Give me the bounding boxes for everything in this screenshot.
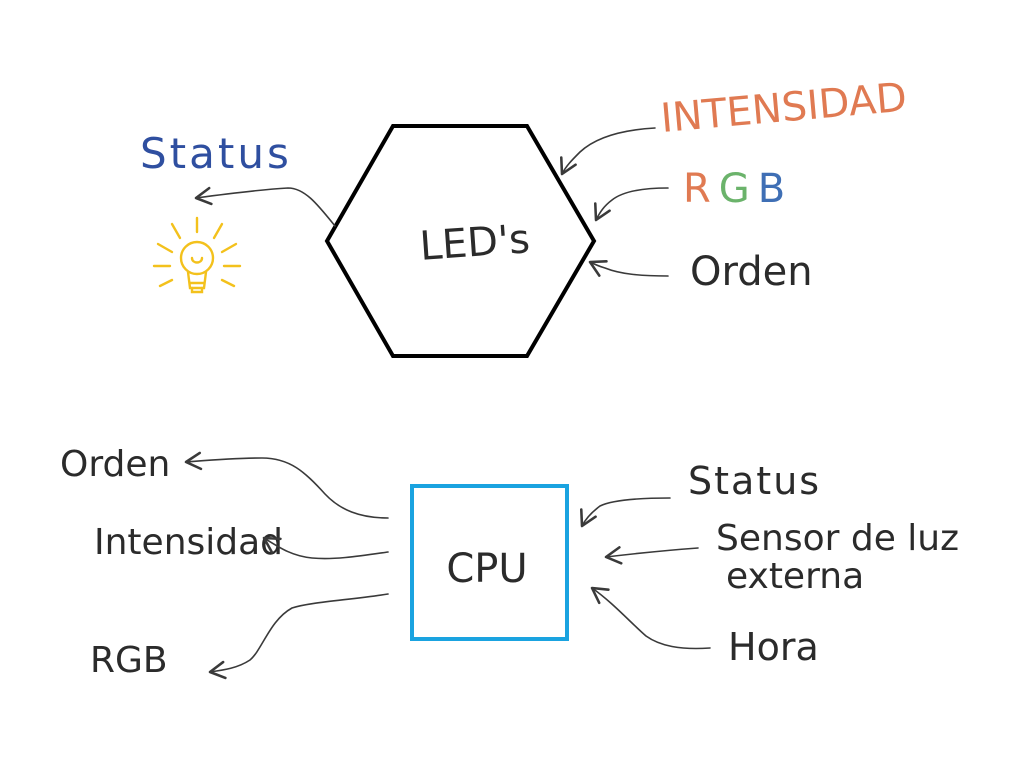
diagram-canvas: LED's Status INTENSIDAD RGB Orden CPU Or… [0,0,1024,768]
led-status-label: Status [140,129,292,178]
led-rgb-g: G [719,166,758,212]
cpu-sensor-label-line2: externa [726,556,864,597]
cpu-orden-arrow [184,451,389,519]
cpu-intensidad-label: Intensidad [94,522,283,563]
led-intensidad-label: INTENSIDAD [659,75,909,142]
cpu-rgb-arrow [208,593,389,680]
lightbulb-icon [152,216,242,294]
cpu-status-arrow [580,497,671,528]
led-rgb-r: R [683,166,719,212]
led-rgb-b: B [758,166,793,212]
cpu-sensor-arrow [604,546,699,565]
led-label: LED's [418,216,531,270]
cpu-orden-label: Orden [60,444,170,485]
cpu-hora-arrow [590,586,711,650]
led-rgb-arrow [594,187,669,222]
cpu-hora-label: Hora [728,625,819,669]
led-intensidad-arrow [560,127,656,176]
led-status-arrow [194,186,336,227]
cpu-rgb-label: RGB [90,640,168,681]
cpu-label: CPU [446,546,527,592]
cpu-status-label: Status [688,459,821,503]
led-orden-arrow [588,260,669,277]
cpu-sensor-label-line1: Sensor de luz [716,518,959,559]
led-rgb-label: RGB [683,166,793,212]
led-orden-label: Orden [690,249,813,295]
